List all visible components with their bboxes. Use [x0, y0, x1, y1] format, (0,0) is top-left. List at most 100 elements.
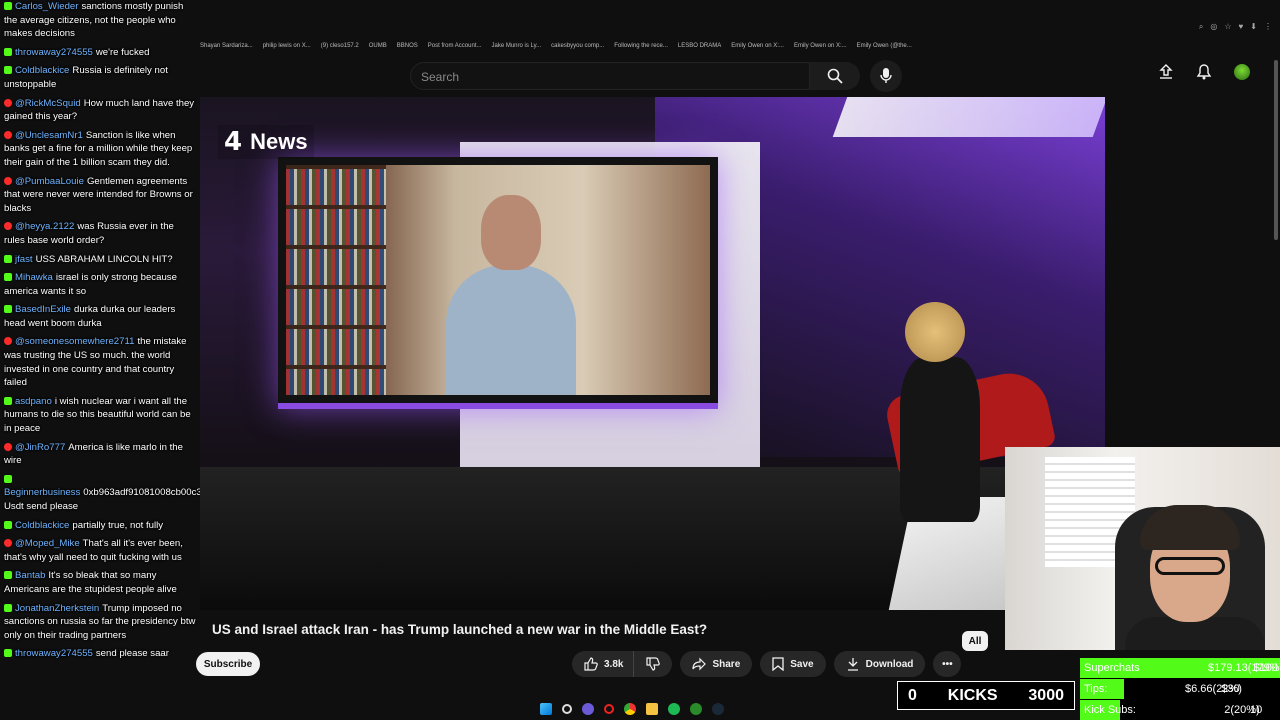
chat-message: Mihawka israel is only strong because ame… [4, 271, 196, 298]
video-player[interactable]: 4 News [200, 97, 1105, 610]
bookmark-item[interactable]: cakesbyyou comp... [551, 43, 604, 49]
chat-username[interactable]: @JinRo777 [15, 442, 65, 453]
chat-username[interactable]: Coldblackice [15, 65, 69, 76]
bookmark-item[interactable]: OUMB [369, 43, 387, 49]
kick-badge-icon [4, 66, 12, 75]
bookmark-item[interactable]: (9) cleso157.2 [321, 43, 359, 49]
subscribe-button[interactable]: Subscribe [196, 652, 260, 676]
chat-username[interactable]: @heyya.2122 [15, 221, 74, 232]
kicks-count: 0 [908, 686, 917, 704]
goal-name: Kick Subs: [1084, 704, 1136, 716]
chat-username[interactable]: Carlos_Wieder [15, 1, 78, 12]
chat-username[interactable]: @PumbaaLouie [15, 176, 84, 187]
download-icon[interactable]: ⬇ [1250, 22, 1257, 32]
youtube-badge-icon [4, 98, 12, 107]
kick-badge-icon [4, 649, 12, 658]
extension-icon[interactable]: ◎ [1210, 22, 1217, 32]
search-button[interactable] [810, 62, 860, 90]
bookmark-item[interactable]: Shayan Sardariza... [200, 43, 253, 49]
zoom-icon[interactable]: ⌕ [1199, 22, 1203, 32]
chat-message: Coldblackice Russia is definitely not uns… [4, 64, 196, 91]
bookmark-item[interactable]: Jake Munro is Ly... [491, 43, 541, 49]
chip-all[interactable]: All [962, 631, 988, 651]
chat-username[interactable]: Bantab [15, 570, 45, 581]
share-button[interactable]: Share [680, 651, 753, 677]
chat-username[interactable]: throwaway274555 [15, 648, 93, 659]
kick-badge-icon [4, 571, 12, 580]
chat-username[interactable]: @UnclesamNr1 [15, 130, 83, 141]
kicks-goal: 3000 [1028, 686, 1064, 704]
kick-badge-icon [4, 47, 12, 56]
spotify-icon[interactable] [668, 703, 680, 715]
file-explorer-icon[interactable] [646, 703, 658, 715]
heart-icon[interactable]: ♥ [1239, 22, 1244, 32]
remote-guest-feed [286, 165, 710, 395]
chat-username[interactable]: Coldblackice [15, 520, 69, 531]
bookmark-item[interactable]: BBNOS [397, 43, 418, 49]
chat-message: JonathanZherkstein Trump imposed no sanct… [4, 602, 196, 643]
chat-message: throwaway274555 we're fucked [4, 46, 196, 60]
voice-search-button[interactable] [870, 60, 902, 92]
chat-message: Bantab It's so bleak that so many America… [4, 569, 196, 596]
save-button[interactable]: Save [760, 651, 826, 677]
header-actions [1158, 64, 1250, 80]
channel-4-news-logo: 4 News [218, 125, 314, 159]
kick-badge-icon [4, 603, 12, 612]
extension-icons: ⌕ ◎ ☆ ♥ ⬇ ⋮ [1199, 22, 1272, 32]
news-logo-text: News [250, 129, 308, 154]
like-button[interactable]: 3.8k [572, 651, 634, 677]
kick-badge-icon [4, 2, 12, 10]
chat-username[interactable]: @RickMcSquid [15, 98, 81, 109]
goal-row: Tips: $6.66(22%) $30 [1080, 679, 1280, 699]
bookmark-item[interactable]: Emily Owen on X:... [731, 43, 784, 49]
chrome-icon[interactable] [624, 703, 636, 715]
chat-message: @someonesomewhere2711 the mistake was tru… [4, 335, 196, 389]
video-actions: 3.8k Share Save Download ••• [572, 651, 962, 677]
goal-row: Superchats $179.13(179%) $100 [1080, 658, 1280, 678]
search-input[interactable]: Search [410, 62, 810, 90]
bookmark-item[interactable]: LESBO DRAMA [678, 43, 721, 49]
chat-username[interactable]: throwaway274555 [15, 47, 93, 58]
chat-username[interactable]: JonathanZherkstein [15, 603, 99, 614]
chat-username[interactable]: BasedInExile [15, 304, 71, 315]
account-avatar[interactable] [1234, 64, 1250, 80]
kick-badge-icon [4, 474, 12, 483]
windows-start-icon[interactable] [540, 703, 552, 715]
opera-icon[interactable] [604, 704, 614, 714]
bookmark-item[interactable]: Following the rece... [614, 43, 668, 49]
dislike-button[interactable] [633, 651, 673, 677]
chat-username[interactable]: @someonesomewhere2711 [15, 336, 134, 347]
download-button[interactable]: Download [833, 651, 926, 677]
bookmark-item[interactable]: Emily Owen on X:... [794, 43, 847, 49]
notifications-bell-icon[interactable] [1196, 64, 1212, 80]
app-icon[interactable] [582, 703, 594, 715]
chat-username[interactable]: Beginnerbusiness [4, 487, 80, 498]
chat-username[interactable]: Mihawka [15, 272, 53, 283]
kicks-label: KICKS [947, 686, 998, 704]
bookmark-item[interactable]: philip lewis on X... [263, 43, 311, 49]
kick-badge-icon [4, 254, 12, 263]
chat-username[interactable]: @Moped_Mike [15, 538, 80, 549]
search-icon[interactable] [562, 704, 572, 714]
upload-icon[interactable] [1158, 64, 1174, 80]
streamer-glasses [1155, 557, 1225, 575]
guest-figure [446, 195, 576, 395]
goal-name: Superchats [1084, 662, 1140, 674]
xbox-icon[interactable] [690, 703, 702, 715]
bookmark-icon[interactable]: ☆ [1224, 22, 1231, 32]
screen: Shayan Sardariza... philip lewis on X... (… [0, 0, 1280, 720]
search-icon [827, 68, 843, 84]
chat-message: @UnclesamNr1 Sanction is like when banks … [4, 129, 196, 170]
bookmark-item[interactable]: Emily Owen (@the... [857, 43, 912, 49]
save-label: Save [790, 658, 814, 670]
presenter-figure [900, 302, 990, 522]
menu-icon[interactable]: ⋮ [1264, 22, 1272, 32]
studio-screen [278, 157, 718, 409]
more-actions-button[interactable]: ••• [933, 651, 962, 677]
share-label: Share [712, 658, 741, 670]
chat-username[interactable]: jfast [15, 254, 33, 265]
page-scrollbar[interactable] [1274, 60, 1278, 240]
bookmark-item[interactable]: Post from Account... [428, 43, 482, 49]
steam-icon[interactable] [712, 703, 724, 715]
chat-username[interactable]: asdpano [15, 396, 52, 407]
